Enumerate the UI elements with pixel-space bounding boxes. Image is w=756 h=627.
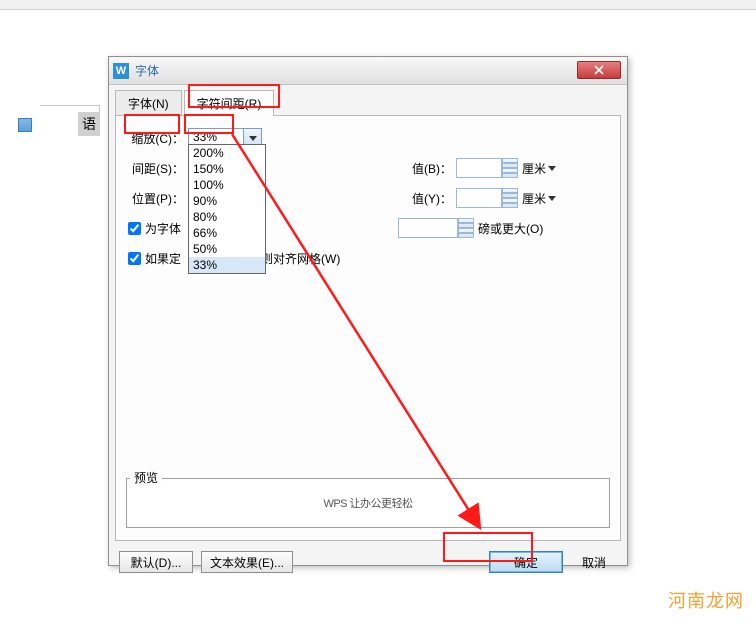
tab-spacing[interactable]: 字符间距(R) bbox=[184, 90, 275, 116]
scale-option[interactable]: 33% bbox=[189, 257, 265, 273]
chevron-down-icon[interactable] bbox=[548, 196, 556, 201]
kerning-check-input[interactable] bbox=[128, 222, 141, 235]
kerning-unit: 磅或更大(O) bbox=[478, 220, 543, 237]
preview-group: 预览 WPS 让办公更轻松 bbox=[126, 461, 610, 528]
value-y-input[interactable] bbox=[456, 188, 502, 208]
snap-tail: 则对齐网格(W) bbox=[261, 250, 340, 267]
cancel-button[interactable]: 取消 bbox=[571, 551, 617, 573]
ok-button[interactable]: 确定 bbox=[489, 551, 563, 573]
watermark: 河南龙网 bbox=[668, 587, 744, 613]
value-b-group: 值(B)： 厘米 bbox=[408, 156, 556, 180]
kerning-spinner[interactable] bbox=[398, 218, 474, 238]
scale-option[interactable]: 66% bbox=[189, 225, 265, 241]
scale-label: 缩放(C)： bbox=[128, 130, 184, 147]
page-top-edge bbox=[0, 0, 756, 10]
tab-strip: 字体(N) 字符间距(R) bbox=[115, 89, 621, 115]
default-button[interactable]: 默认(D)... bbox=[119, 551, 193, 573]
preview-sample: WPS 让办公更轻松 bbox=[323, 495, 412, 511]
snap-checkbox[interactable]: 如果定 bbox=[128, 250, 181, 267]
scale-option[interactable]: 150% bbox=[189, 161, 265, 177]
app-icon: W bbox=[113, 63, 129, 79]
value-b-label: 值(B)： bbox=[408, 160, 452, 177]
spin-up[interactable] bbox=[502, 158, 518, 168]
scale-dropdown-list[interactable]: 200% 150% 100% 90% 80% 66% 50% 33% bbox=[188, 144, 266, 274]
spacing-label: 间距(S)： bbox=[128, 160, 184, 177]
value-y-unit: 厘米 bbox=[522, 190, 546, 207]
scale-option[interactable]: 200% bbox=[189, 145, 265, 161]
kerning-spin-group: 磅或更大(O) bbox=[398, 216, 543, 240]
tab-panel-spacing: 缩放(C)： 33% 200% 150% 100% 90% 80% 66% 50… bbox=[115, 115, 621, 541]
text-effects-button[interactable]: 文本效果(E)... bbox=[201, 551, 293, 573]
chevron-down-icon bbox=[249, 136, 257, 141]
value-y-label: 值(Y)： bbox=[408, 190, 452, 207]
value-b-spinner[interactable] bbox=[456, 158, 518, 178]
scale-option[interactable]: 100% bbox=[189, 177, 265, 193]
snap-check-input[interactable] bbox=[128, 252, 141, 265]
kerning-input[interactable] bbox=[398, 218, 458, 238]
spin-down[interactable] bbox=[458, 228, 474, 238]
chevron-down-icon[interactable] bbox=[548, 166, 556, 171]
snap-label: 如果定 bbox=[145, 250, 181, 267]
value-y-spinner[interactable] bbox=[456, 188, 518, 208]
tab-font[interactable]: 字体(N) bbox=[115, 90, 182, 116]
scale-option[interactable]: 90% bbox=[189, 193, 265, 209]
titlebar[interactable]: W 字体 bbox=[109, 57, 627, 85]
kerning-checkbox[interactable]: 为字体 bbox=[128, 220, 181, 237]
font-dialog: W 字体 字体(N) 字符间距(R) 缩放(C)： 33% 200% 150% … bbox=[108, 56, 628, 566]
preview-legend: 预览 bbox=[130, 469, 162, 486]
dialog-title: 字体 bbox=[135, 62, 159, 79]
button-bar: 默认(D)... 文本效果(E)... 确定 取消 bbox=[109, 547, 627, 581]
paste-options-icon[interactable] bbox=[18, 118, 32, 132]
position-label: 位置(P)： bbox=[128, 190, 184, 207]
close-button[interactable] bbox=[577, 61, 621, 79]
value-b-unit: 厘米 bbox=[522, 160, 546, 177]
spin-up[interactable] bbox=[458, 218, 474, 228]
selected-text: 语 bbox=[78, 112, 100, 136]
value-y-group: 值(Y)： 厘米 bbox=[408, 186, 556, 210]
scale-option[interactable]: 50% bbox=[189, 241, 265, 257]
spin-up[interactable] bbox=[502, 188, 518, 198]
spin-down[interactable] bbox=[502, 168, 518, 178]
scale-option[interactable]: 80% bbox=[189, 209, 265, 225]
preview-box: WPS 让办公更轻松 bbox=[126, 478, 610, 528]
spin-down[interactable] bbox=[502, 198, 518, 208]
close-icon bbox=[594, 65, 604, 75]
value-b-input[interactable] bbox=[456, 158, 502, 178]
kerning-label: 为字体 bbox=[145, 220, 181, 237]
